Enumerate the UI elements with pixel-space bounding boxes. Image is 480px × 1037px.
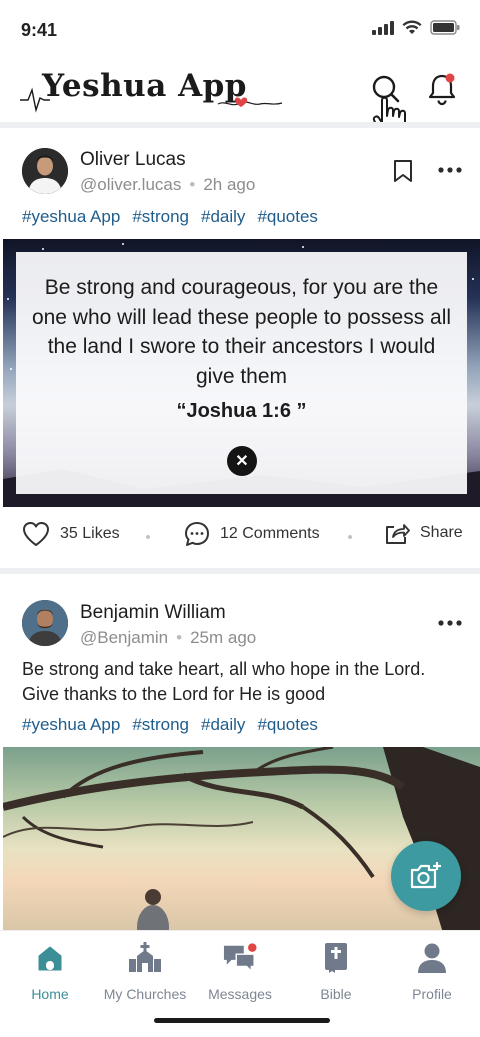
post-tags: #yeshua App #strong #daily #quotes [22, 715, 318, 735]
nav-label: Bible [320, 986, 352, 1002]
tag-link[interactable]: #daily [201, 207, 245, 227]
home-icon [33, 941, 67, 975]
home-indicator [154, 1018, 330, 1023]
app-title: Yeshua App [42, 68, 247, 104]
post-tags: #yeshua App #strong #daily #quotes [22, 207, 318, 227]
bookmark-icon[interactable] [392, 159, 414, 183]
more-options-icon[interactable] [438, 166, 462, 174]
quote-text: Be strong and courageous, for you are th… [31, 276, 452, 388]
post-time: 25m ago [190, 628, 257, 647]
bible-icon [319, 941, 353, 975]
nav-label: Home [31, 986, 69, 1002]
bell-icon [428, 73, 456, 106]
avatar[interactable] [22, 148, 68, 194]
status-time: 9:41 [21, 20, 58, 40]
status-bar: 9:41 [0, 0, 480, 58]
app-header: Yeshua App [0, 58, 480, 140]
comments-button[interactable]: 12 Comments [184, 521, 320, 547]
author-name[interactable]: Oliver Lucas [80, 149, 186, 171]
like-button[interactable]: 35 Likes [22, 521, 120, 547]
church-icon [128, 941, 162, 975]
share-icon [386, 524, 410, 544]
post-meta: @Benjamin • 25m ago [80, 628, 257, 647]
nav-item-bible[interactable]: Bible [288, 941, 384, 1002]
tag-link[interactable]: #quotes [257, 207, 318, 227]
nav-label: My Churches [103, 986, 187, 1002]
more-options-icon[interactable] [438, 619, 462, 627]
post-actions: 35 Likes 12 Comments Share [0, 507, 480, 567]
tag-link[interactable]: #quotes [257, 715, 318, 735]
nav-label: Messages [208, 986, 272, 1002]
tag-link[interactable]: #yeshua App [22, 715, 120, 735]
separator-dot [348, 535, 352, 539]
post-card: Oliver Lucas @oliver.lucas • 2h ago #yeshu… [0, 128, 480, 568]
post-text: Be strong and take heart, all who hope i… [22, 659, 426, 704]
cellular-signal-icon [372, 20, 394, 35]
add-photo-button[interactable] [391, 841, 461, 911]
bottom-navigation: Home My Churches Messages Bible Profile [0, 930, 480, 1037]
heart-icon [23, 522, 49, 546]
share-label: Share [420, 524, 463, 541]
post-image[interactable]: Be strong and courageous, for you are th… [3, 239, 480, 507]
tag-link[interactable]: #yeshua App [22, 207, 120, 227]
wifi-icon [402, 20, 422, 34]
comment-icon [185, 522, 209, 546]
tag-link[interactable]: #daily [201, 715, 245, 735]
nav-item-profile[interactable]: Profile [384, 941, 480, 1002]
notifications-button[interactable] [422, 69, 462, 109]
nav-item-messages[interactable]: Messages [192, 941, 288, 1002]
comments-count: 12 Comments [220, 525, 320, 542]
avatar-photo [22, 148, 68, 194]
avatar-photo [22, 600, 68, 646]
post-time: 2h ago [203, 175, 256, 194]
nav-item-home[interactable]: Home [2, 941, 98, 1002]
quote-card: Be strong and courageous, for you are th… [16, 252, 467, 494]
author-name[interactable]: Benjamin William [80, 602, 226, 624]
messages-icon [223, 941, 257, 975]
author-handle: @oliver.lucas [80, 175, 182, 194]
author-handle: @Benjamin [80, 628, 169, 647]
share-button[interactable]: Share [384, 521, 463, 545]
close-icon: ✕ [235, 453, 249, 470]
quote-reference: “Joshua 1:6 ” [176, 400, 307, 422]
tag-link[interactable]: #strong [132, 207, 189, 227]
tag-link[interactable]: #strong [132, 715, 189, 735]
status-icons [372, 20, 460, 35]
close-quote-button[interactable]: ✕ [227, 446, 257, 476]
app-logo: Yeshua App [20, 62, 290, 116]
nav-item-my-churches[interactable]: My Churches [97, 941, 193, 1002]
profile-icon [415, 941, 449, 975]
nav-label: Profile [412, 986, 452, 1002]
likes-count: 35 Likes [60, 525, 120, 542]
camera-plus-icon [410, 862, 441, 889]
post-meta: @oliver.lucas • 2h ago [80, 175, 256, 194]
battery-icon [430, 20, 460, 35]
separator-dot [146, 535, 150, 539]
notification-dot [445, 73, 455, 83]
avatar[interactable] [22, 600, 68, 646]
